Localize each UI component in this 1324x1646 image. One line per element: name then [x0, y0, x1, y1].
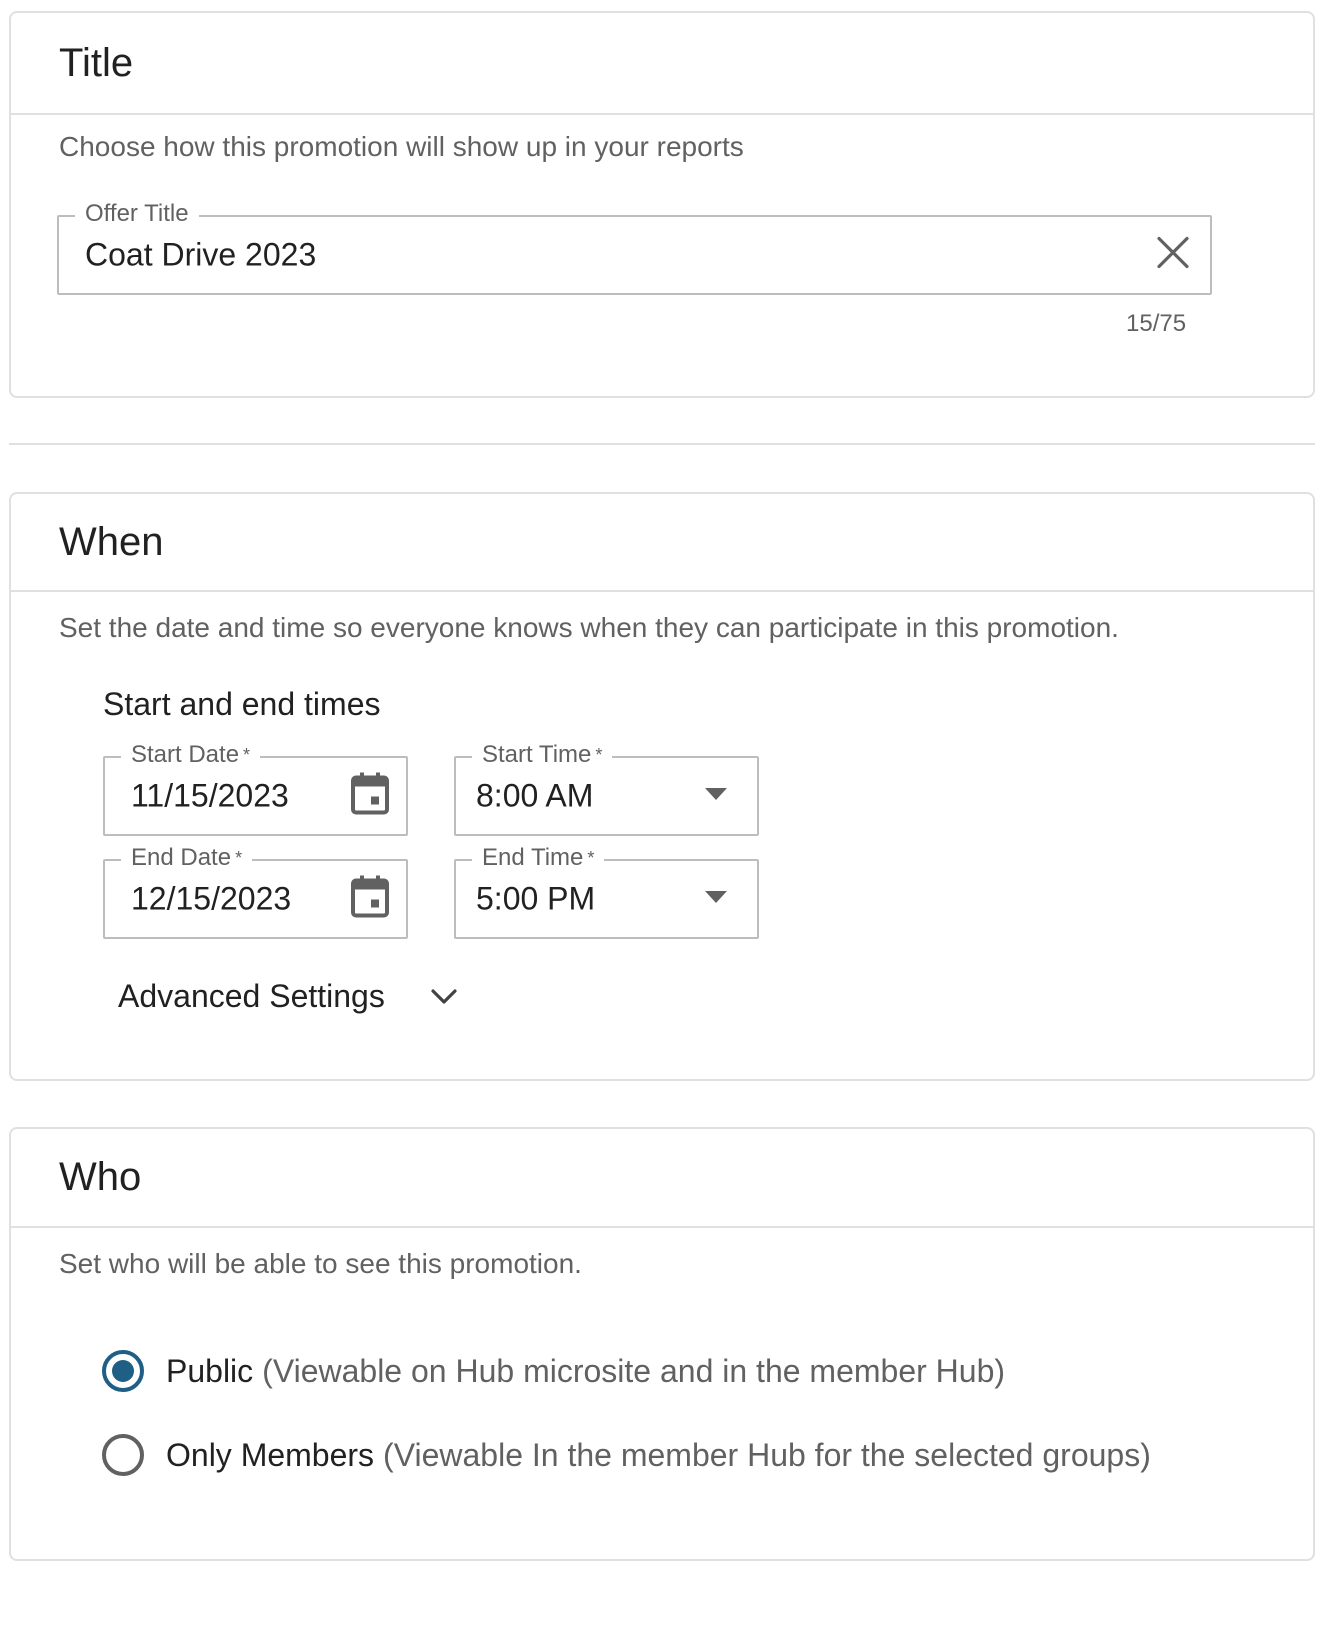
- start-date-field[interactable]: Start Date * 11/15/2023: [103, 739, 408, 836]
- advanced-settings-toggle[interactable]: Advanced Settings: [118, 978, 457, 1015]
- offer-title-label: Offer Title: [75, 198, 199, 230]
- when-card-header: When: [11, 494, 1313, 592]
- end-date-value[interactable]: 12/15/2023: [131, 881, 291, 918]
- title-heading: Title: [59, 40, 134, 85]
- who-card-header: Who: [11, 1129, 1313, 1228]
- end-time-select[interactable]: End Time * 5:00 PM: [454, 842, 759, 939]
- end-time-label: End Time *: [472, 842, 605, 874]
- close-icon[interactable]: [1156, 236, 1190, 275]
- calendar-icon[interactable]: [350, 875, 390, 924]
- title-card: Title Choose how this promotion will sho…: [9, 11, 1315, 398]
- only-members-option-label: Only Members: [166, 1436, 375, 1473]
- only-members-option-detail: (Viewable In the member Hub for the sele…: [383, 1436, 1151, 1473]
- only-members-radio[interactable]: [102, 1434, 144, 1476]
- chevron-down-icon: [431, 988, 457, 1005]
- dropdown-arrow-icon[interactable]: [705, 890, 727, 908]
- title-description: Choose how this promotion will show up i…: [59, 131, 744, 162]
- when-card: When Set the date and time so everyone k…: [9, 492, 1315, 1081]
- calendar-icon[interactable]: [350, 772, 390, 821]
- who-card: Who Set who will be able to see this pro…: [9, 1127, 1315, 1561]
- offer-title-value[interactable]: Coat Drive 2023: [85, 237, 316, 274]
- start-time-value[interactable]: 8:00 AM: [476, 778, 593, 815]
- public-option-detail: (Viewable on Hub microsite and in the me…: [262, 1352, 1006, 1389]
- section-divider: [9, 443, 1315, 445]
- end-date-label: End Date *: [121, 842, 253, 874]
- who-heading: Who: [59, 1155, 142, 1199]
- end-time-value[interactable]: 5:00 PM: [476, 881, 595, 918]
- advanced-settings-label: Advanced Settings: [118, 978, 385, 1014]
- public-option-label: Public: [166, 1352, 254, 1389]
- visibility-option-public[interactable]: Public (Viewable on Hub microsite and in…: [102, 1350, 1005, 1392]
- when-heading: When: [59, 519, 164, 564]
- public-radio[interactable]: [102, 1350, 144, 1392]
- start-time-select[interactable]: Start Time * 8:00 AM: [454, 739, 759, 836]
- dropdown-arrow-icon[interactable]: [705, 787, 727, 805]
- who-description: Set who will be able to see this promoti…: [59, 1248, 582, 1279]
- character-counter: 15/75: [1126, 310, 1187, 337]
- title-card-header: Title: [11, 13, 1313, 115]
- when-description: Set the date and time so everyone knows …: [59, 612, 1119, 643]
- end-date-field[interactable]: End Date * 12/15/2023: [103, 842, 408, 939]
- offer-title-field[interactable]: Offer Title Coat Drive 2023: [57, 198, 1212, 295]
- start-date-value[interactable]: 11/15/2023: [131, 778, 289, 815]
- start-end-times-heading: Start and end times: [103, 686, 381, 722]
- start-date-label: Start Date *: [121, 739, 261, 771]
- visibility-option-members[interactable]: Only Members (Viewable In the member Hub…: [102, 1434, 1151, 1476]
- start-time-label: Start Time *: [472, 739, 613, 771]
